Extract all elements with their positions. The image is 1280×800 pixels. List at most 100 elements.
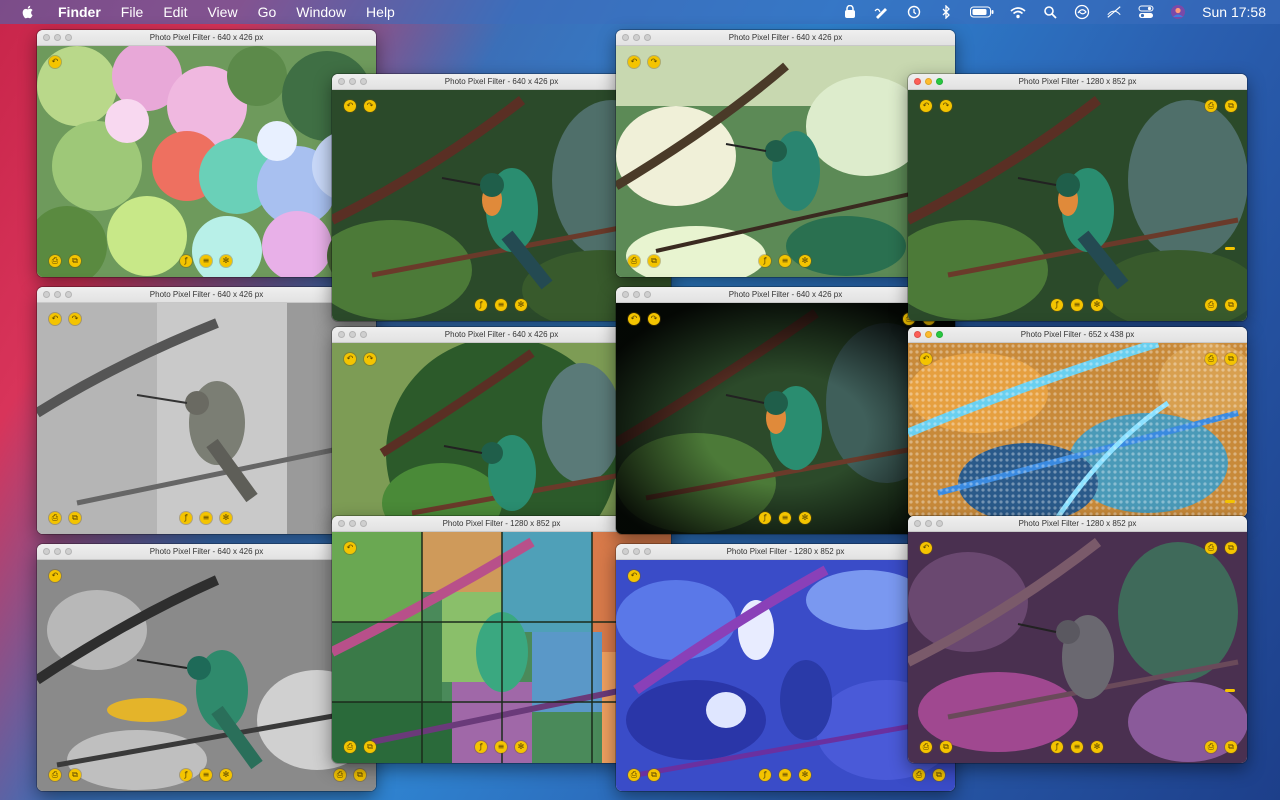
save-button[interactable]: ⎙ bbox=[49, 255, 61, 267]
title-bar[interactable]: Photo Pixel Filter - 1280 x 852 px bbox=[616, 544, 955, 560]
apple-icon[interactable] bbox=[20, 4, 36, 20]
copy-button[interactable]: ⧉ bbox=[648, 769, 660, 781]
adjust-button[interactable]: ≡ bbox=[1071, 741, 1083, 753]
effects-button[interactable]: ✻ bbox=[515, 299, 527, 311]
undo-button[interactable]: ↶ bbox=[920, 353, 932, 365]
redo-button[interactable]: ↷ bbox=[364, 353, 376, 365]
title-bar[interactable]: Photo Pixel Filter - 652 x 438 px bbox=[908, 327, 1247, 343]
filter-button[interactable]: ƒ bbox=[759, 255, 771, 267]
filter-button[interactable]: ƒ bbox=[180, 255, 192, 267]
save-button[interactable]: ⎙ bbox=[920, 741, 932, 753]
app-window[interactable]: Photo Pixel Filter - 652 x 438 px ↶ ⎙ ⧉ bbox=[908, 327, 1247, 517]
undo-button[interactable]: ↶ bbox=[49, 313, 61, 325]
photo-canvas[interactable]: ↶ ↷ ⎙ ⧉ ƒ ≡ ✻ bbox=[616, 46, 955, 277]
filter-button[interactable]: ƒ bbox=[475, 741, 487, 753]
filter-button[interactable]: ƒ bbox=[1051, 299, 1063, 311]
effects-button[interactable]: ✻ bbox=[799, 769, 811, 781]
adjust-button[interactable]: ≡ bbox=[495, 299, 507, 311]
menu-window[interactable]: Window bbox=[296, 0, 346, 24]
undo-button[interactable]: ↶ bbox=[920, 100, 932, 112]
redo-button[interactable]: ↷ bbox=[648, 56, 660, 68]
undo-button[interactable]: ↶ bbox=[344, 100, 356, 112]
undo-button[interactable]: ↶ bbox=[344, 542, 356, 554]
photo-canvas[interactable]: ↶ ↷ ⎙ ⧉ ƒ ≡ ✻ ⎙ ⧉ bbox=[908, 90, 1247, 321]
app-window[interactable]: Photo Pixel Filter - 1280 x 852 px ↶ ⎙ ⧉… bbox=[616, 544, 955, 791]
menubar-clock[interactable]: Sun 17:58 bbox=[1202, 4, 1266, 20]
time-machine-icon[interactable] bbox=[906, 5, 922, 19]
menu-edit[interactable]: Edit bbox=[163, 0, 187, 24]
effects-button[interactable]: ✻ bbox=[1091, 299, 1103, 311]
share-bottom-button[interactable]: ⧉ bbox=[1225, 741, 1237, 753]
filter-button[interactable]: ƒ bbox=[1051, 741, 1063, 753]
photo-canvas[interactable]: ↶ ⎙ ⧉ ƒ ≡ ✻ bbox=[37, 46, 376, 277]
adjust-button[interactable]: ≡ bbox=[495, 741, 507, 753]
save-button[interactable]: ⎙ bbox=[49, 769, 61, 781]
export-bottom-button[interactable]: ⎙ bbox=[1205, 741, 1217, 753]
menu-file[interactable]: File bbox=[121, 0, 144, 24]
menu-view[interactable]: View bbox=[207, 0, 237, 24]
effects-button[interactable]: ✻ bbox=[799, 255, 811, 267]
filter-button[interactable]: ƒ bbox=[180, 769, 192, 781]
app-window[interactable]: Photo Pixel Filter - 640 x 426 px ↶ ⎙ ⧉ … bbox=[37, 30, 376, 277]
adjust-button[interactable]: ≡ bbox=[200, 255, 212, 267]
effects-button[interactable]: ✻ bbox=[515, 741, 527, 753]
copy-button[interactable]: ⧉ bbox=[69, 255, 81, 267]
app-window[interactable]: Photo Pixel Filter - 640 x 426 px ↶ ↷ ⎙ … bbox=[37, 287, 376, 534]
adjust-button[interactable]: ≡ bbox=[779, 512, 791, 524]
photo-canvas[interactable]: ↶ ⎙ ⧉ bbox=[908, 343, 1247, 517]
undo-button[interactable]: ↶ bbox=[49, 56, 61, 68]
save-button[interactable]: ⎙ bbox=[344, 741, 356, 753]
title-bar[interactable]: Photo Pixel Filter - 1280 x 852 px bbox=[908, 74, 1247, 90]
undo-button[interactable]: ↶ bbox=[920, 542, 932, 554]
save-button[interactable]: ⎙ bbox=[49, 512, 61, 524]
redo-button[interactable]: ↷ bbox=[364, 100, 376, 112]
share-button[interactable]: ⧉ bbox=[1225, 100, 1237, 112]
photo-canvas[interactable]: ↶ ⎙ ⧉ ƒ ≡ ✻ ⎙ ⧉ bbox=[616, 560, 955, 791]
title-bar[interactable]: Photo Pixel Filter - 640 x 426 px bbox=[616, 287, 955, 303]
app-window[interactable]: Photo Pixel Filter - 640 x 426 px ↶ ↷ ⎙ … bbox=[616, 287, 955, 534]
title-bar[interactable]: Photo Pixel Filter - 640 x 426 px bbox=[616, 30, 955, 46]
app-window[interactable]: Photo Pixel Filter - 640 x 426 px ↶ ↷ ⎙ … bbox=[616, 30, 955, 277]
export-button[interactable]: ⎙ bbox=[1205, 542, 1217, 554]
title-bar[interactable]: Photo Pixel Filter - 1280 x 852 px bbox=[908, 516, 1247, 532]
save-button[interactable]: ⎙ bbox=[628, 769, 640, 781]
redo-button[interactable]: ↷ bbox=[940, 100, 952, 112]
share-button[interactable]: ⧉ bbox=[933, 769, 945, 781]
photo-canvas[interactable]: ↶ ⎙ ⧉ ⎙ ⧉ ƒ ≡ ✻ ⎙ ⧉ bbox=[908, 532, 1247, 763]
intensity-slider[interactable] bbox=[1225, 500, 1235, 503]
vpn-icon[interactable] bbox=[842, 5, 858, 19]
app-window[interactable]: Photo Pixel Filter - 1280 x 852 px ↶ ⎙ ⧉… bbox=[908, 516, 1247, 763]
copy-button[interactable]: ⧉ bbox=[364, 741, 376, 753]
save-button[interactable]: ⎙ bbox=[1205, 299, 1217, 311]
battery-icon[interactable] bbox=[970, 5, 994, 19]
filter-button[interactable]: ƒ bbox=[180, 512, 192, 524]
export-button[interactable]: ⎙ bbox=[913, 769, 925, 781]
title-bar[interactable]: Photo Pixel Filter - 640 x 426 px bbox=[37, 287, 376, 303]
pen-icon[interactable] bbox=[874, 5, 890, 19]
control-center-icon[interactable] bbox=[1138, 5, 1154, 19]
redo-button[interactable]: ↷ bbox=[648, 313, 660, 325]
filter-button[interactable]: ƒ bbox=[759, 512, 771, 524]
share-button[interactable]: ⧉ bbox=[1225, 353, 1237, 365]
undo-button[interactable]: ↶ bbox=[628, 570, 640, 582]
filter-button[interactable]: ƒ bbox=[475, 299, 487, 311]
copy-button[interactable]: ⧉ bbox=[69, 512, 81, 524]
photo-canvas[interactable]: ↶ ⎙ ⧉ ƒ ≡ ✻ ⎙ ⧉ bbox=[37, 560, 376, 791]
copy-button[interactable]: ⧉ bbox=[1225, 299, 1237, 311]
intensity-slider[interactable] bbox=[1225, 689, 1235, 692]
copy-button[interactable]: ⧉ bbox=[69, 769, 81, 781]
share-button[interactable]: ⧉ bbox=[354, 769, 366, 781]
effects-button[interactable]: ✻ bbox=[220, 255, 232, 267]
adjust-button[interactable]: ≡ bbox=[200, 512, 212, 524]
mute-icon[interactable] bbox=[1106, 5, 1122, 19]
undo-button[interactable]: ↶ bbox=[628, 56, 640, 68]
wifi-icon[interactable] bbox=[1010, 5, 1026, 19]
title-bar[interactable]: Photo Pixel Filter - 640 x 426 px bbox=[37, 544, 376, 560]
redo-button[interactable]: ↷ bbox=[69, 313, 81, 325]
menu-go[interactable]: Go bbox=[258, 0, 277, 24]
adjust-button[interactable]: ≡ bbox=[200, 769, 212, 781]
adjust-button[interactable]: ≡ bbox=[1071, 299, 1083, 311]
effects-button[interactable]: ✻ bbox=[799, 512, 811, 524]
save-button[interactable]: ⎙ bbox=[628, 255, 640, 267]
share-button[interactable]: ⧉ bbox=[1225, 542, 1237, 554]
